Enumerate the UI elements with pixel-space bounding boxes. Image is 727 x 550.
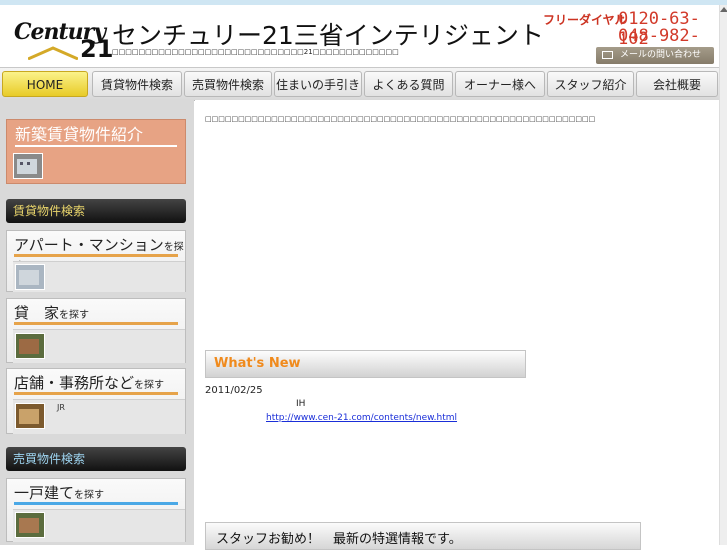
sale-search-header: 売買物件検索 (6, 447, 186, 471)
rent-search-header: 賃貸物件検索 (6, 199, 186, 223)
detached-house-photo[interactable] (15, 512, 45, 538)
item-photo-row (13, 509, 185, 542)
house-shape (19, 339, 39, 354)
main-nav: HOME 賃貸物件検索 売買物件検索 住まいの手引き よくある質問 オーナー様へ… (0, 67, 727, 101)
item-label: 店舗・事務所などを探す (14, 372, 164, 393)
mail-inquiry-button[interactable]: メールの問い合わせ (596, 47, 714, 64)
item-underline (14, 322, 178, 325)
building-shape (19, 270, 39, 285)
item-main-text: 店舗・事務所など (14, 374, 135, 392)
house-roof-icon (28, 46, 78, 60)
nav-living-guide[interactable]: 住まいの手引き (274, 71, 362, 97)
nav-company[interactable]: 会社概要 (636, 71, 718, 97)
staff-recommend-title: スタッフお勧め！ 最新の特選情報です。 (216, 532, 462, 547)
nav-owners[interactable]: オーナー様へ (455, 71, 545, 97)
century21-logo[interactable]: Century 21 (14, 13, 113, 63)
item-photo-row (13, 329, 185, 363)
vertical-scrollbar[interactable] (719, 5, 727, 545)
sidebar: 新築賃貸物件紹介 賃貸物件検索 アパート・マンションを探す 貸 家を探す 店舗・… (0, 100, 194, 545)
item-underline (14, 392, 178, 395)
tagline: □□□□□□□□□□□□□□□□□□□□□□□□□□□□□21□□□□□□□□□… (112, 48, 399, 56)
item-photo-row: JR (13, 399, 185, 434)
nav-home[interactable]: HOME (2, 71, 88, 97)
item-main-text: 貸 家 (14, 304, 60, 322)
whats-new-title: What's New (214, 356, 301, 371)
whats-new-header: What's New (205, 350, 526, 378)
item-sub-text: を探す (134, 380, 165, 391)
item-label: 貸 家を探す (14, 302, 89, 323)
site-header: Century 21 センチュリー21三省インテリジェント □□□□□□□□□□… (0, 5, 727, 67)
nav-sale-search[interactable]: 売買物件検索 (184, 71, 272, 97)
nav-faq[interactable]: よくある質問 (364, 71, 453, 97)
company-name: センチュリー21三省インテリジェント (112, 21, 544, 50)
mail-inquiry-label: メールの問い合わせ (620, 50, 702, 60)
building-photo[interactable] (13, 153, 43, 179)
house-shape (19, 518, 39, 533)
nav-rent-search[interactable]: 賃貸物件検索 (92, 71, 182, 97)
sidebar-item-store-office[interactable]: 店舗・事務所などを探す JR (6, 368, 186, 434)
item-sub-text: を探す (59, 310, 90, 321)
sidebar-item-house[interactable]: 貸 家を探す (6, 298, 186, 363)
intro-text: □□□□□□□□□□□□□□□□□□□□□□□□□□□□□□□□□□□□□□□□… (205, 115, 596, 123)
window (27, 162, 30, 165)
sidebar-item-apartment[interactable]: アパート・マンションを探す (6, 230, 186, 292)
apartment-photo[interactable] (15, 264, 45, 290)
item-photo-row (13, 261, 185, 292)
news-text: IH (296, 399, 306, 409)
store-shape (19, 409, 39, 424)
free-dial-label: フリーダイヤル (543, 13, 627, 27)
item-underline (14, 502, 178, 505)
item-label: 一戸建てを探す (14, 482, 104, 503)
sidebar-item-detached-house[interactable]: 一戸建てを探す (6, 478, 186, 542)
new-rental-box[interactable]: 新築賃貸物件紹介 (6, 119, 186, 184)
item-main-text: アパート・マンション (14, 236, 164, 254)
nav-staff[interactable]: スタッフ紹介 (547, 71, 634, 97)
jr-note: JR (57, 403, 65, 412)
item-sub-text: を探す (74, 490, 105, 501)
main-content: □□□□□□□□□□□□□□□□□□□□□□□□□□□□□□□□□□□□□□□□… (195, 100, 727, 550)
new-rental-title: 新築賃貸物件紹介 (15, 125, 144, 144)
store-photo[interactable] (15, 403, 45, 429)
news-date: 2011/02/25 (205, 385, 263, 396)
divider (15, 145, 177, 147)
logo-number: 21 (80, 35, 114, 63)
staff-recommend-bar: スタッフお勧め！ 最新の特選情報です。 (205, 522, 641, 550)
news-link[interactable]: http://www.cen-21.com/contents/new.html (266, 413, 457, 423)
item-main-text: 一戸建て (14, 484, 75, 502)
envelope-icon (602, 51, 613, 59)
window (20, 162, 23, 165)
house-photo[interactable] (15, 333, 45, 359)
scroll-up-icon[interactable] (720, 7, 727, 12)
item-underline (14, 254, 178, 257)
